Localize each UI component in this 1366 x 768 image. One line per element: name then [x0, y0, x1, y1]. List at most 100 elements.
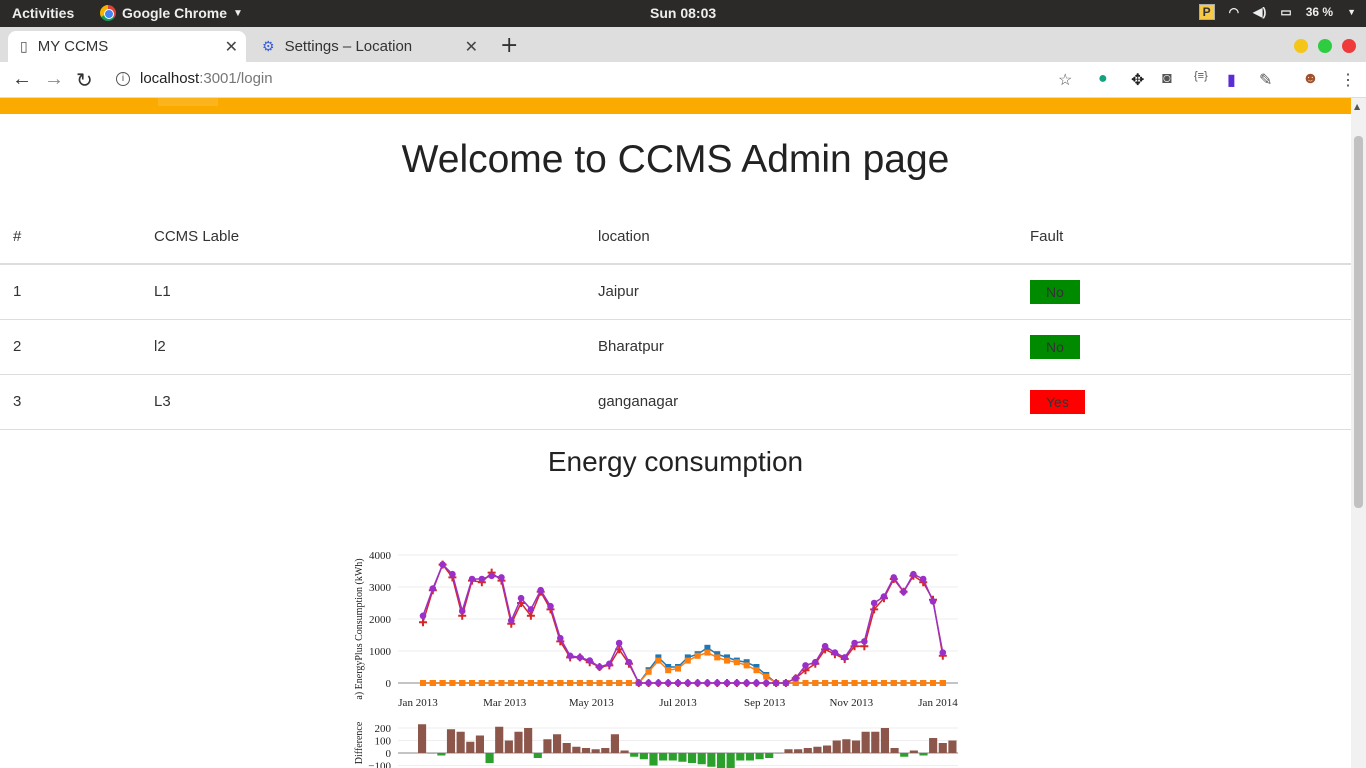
- data-point: [665, 667, 672, 674]
- camera-icon[interactable]: ◙: [1162, 70, 1172, 88]
- activities-button[interactable]: Activities: [12, 5, 74, 21]
- minimize-button[interactable]: [1294, 39, 1308, 53]
- scrollbar[interactable]: ▲: [1351, 98, 1366, 768]
- column-header: CCMS Lable: [141, 210, 585, 265]
- navbar-item[interactable]: [158, 98, 218, 106]
- y-tick-label: 2000: [369, 614, 392, 626]
- y-tick-label: 3000: [369, 582, 392, 594]
- column-header: location: [585, 210, 1017, 265]
- data-point: [606, 680, 613, 686]
- page-title: Welcome to CCMS Admin page: [401, 138, 950, 181]
- gear-icon: ⚙: [262, 38, 275, 54]
- bar: [861, 731, 870, 753]
- close-icon[interactable]: ✕: [465, 37, 478, 57]
- tab-settings-location[interactable]: ⚙ Settings – Location ✕: [250, 31, 486, 62]
- maximize-button[interactable]: [1318, 39, 1332, 53]
- data-point: [684, 657, 691, 664]
- bar: [823, 745, 832, 753]
- data-point: [929, 598, 937, 605]
- data-point: [802, 662, 809, 669]
- data-point: [733, 659, 740, 666]
- os-top-bar: Activities Google Chrome ▼ Sun 08:03 P ◠…: [0, 0, 1366, 27]
- bar: [524, 728, 533, 753]
- bar: [659, 753, 668, 761]
- x-tick-label: Mar 2013: [483, 697, 527, 709]
- table-row: 1 L1 Jaipur No: [0, 264, 1351, 320]
- status-badge[interactable]: Yes: [1030, 389, 1085, 414]
- data-point: [664, 679, 672, 687]
- tab-my-ccms[interactable]: ▯ MY CCMS ✕: [8, 31, 246, 62]
- x-tick-label: Jan 2013: [398, 697, 438, 709]
- reload-button[interactable]: ↻: [76, 68, 93, 93]
- y-tick-label: −100: [368, 761, 391, 768]
- bar: [900, 753, 909, 757]
- y-tick-label: 0: [386, 678, 392, 690]
- data-point: [478, 575, 486, 583]
- new-tab-button[interactable]: +: [500, 33, 518, 58]
- forward-button[interactable]: →: [44, 68, 64, 91]
- extension-icon[interactable]: ▮: [1227, 70, 1236, 90]
- grammarly-icon[interactable]: ●: [1098, 70, 1108, 88]
- gnome-icon[interactable]: ✥: [1131, 70, 1144, 90]
- tab-label: MY CCMS: [37, 38, 109, 55]
- address-bar[interactable]: i localhost:3001/login: [116, 70, 273, 87]
- menu-icon[interactable]: ⋮: [1340, 70, 1356, 90]
- eyedropper-icon[interactable]: ✎: [1259, 70, 1272, 90]
- data-point: [930, 680, 936, 686]
- avatar[interactable]: ☻: [1302, 70, 1319, 88]
- data-point: [498, 574, 505, 581]
- star-icon[interactable]: ☆: [1058, 70, 1072, 90]
- system-tray[interactable]: P ◠ ◀) ▭ 36 % ▼: [1198, 4, 1356, 20]
- bar: [688, 753, 697, 763]
- parking-icon[interactable]: P: [1198, 4, 1215, 20]
- data-point: [527, 606, 535, 613]
- y-tick-label: 0: [386, 748, 392, 760]
- data-point: [517, 594, 525, 602]
- status-badge[interactable]: No: [1030, 279, 1080, 304]
- data-point: [547, 680, 554, 686]
- bar: [639, 753, 648, 760]
- close-icon[interactable]: ✕: [225, 37, 238, 57]
- back-button[interactable]: ←: [12, 68, 32, 91]
- x-tick-label: Nov 2013: [829, 697, 873, 709]
- bar: [765, 753, 774, 758]
- data-point: [635, 679, 643, 687]
- data-point: [743, 662, 750, 669]
- data-point: [488, 680, 495, 686]
- data-point: [684, 679, 692, 687]
- energy-chart: 01000200030004000Jan 2013 Mar 2013 May 201…: [354, 550, 958, 768]
- y-tick-label: 100: [375, 736, 392, 748]
- bar: [871, 731, 880, 753]
- app-menu[interactable]: Google Chrome ▼: [100, 5, 243, 21]
- data-point: [439, 561, 446, 568]
- bar: [543, 739, 552, 753]
- data-point: [625, 680, 632, 686]
- scroll-up-icon[interactable]: ▲: [1354, 102, 1360, 111]
- data-point: [762, 679, 770, 687]
- data-point: [812, 658, 819, 666]
- data-point: [606, 660, 613, 668]
- url-path: :3001/login: [199, 70, 273, 87]
- data-point: [596, 680, 603, 686]
- data-point: [655, 679, 662, 687]
- data-point: [802, 680, 809, 686]
- data-point: [537, 680, 544, 686]
- data-point: [498, 680, 505, 686]
- bar: [755, 753, 764, 760]
- scrollbar-thumb[interactable]: [1354, 136, 1363, 508]
- close-window-button[interactable]: [1342, 39, 1356, 53]
- url-host: localhost: [140, 70, 200, 87]
- info-icon[interactable]: i: [116, 71, 130, 86]
- bar: [726, 753, 735, 768]
- clock[interactable]: Sun 08:03: [650, 5, 716, 21]
- data-point: [488, 572, 495, 580]
- data-point: [763, 673, 770, 680]
- status-badge[interactable]: No: [1030, 334, 1080, 359]
- data-point: [615, 639, 623, 647]
- x-tick-label: Sep 2013: [744, 697, 786, 709]
- table-row: 2 l2 Bharatpur No: [0, 319, 1351, 375]
- data-point: [880, 680, 887, 686]
- data-point: [782, 679, 790, 687]
- json-icon[interactable]: {≡}: [1194, 70, 1208, 82]
- bar: [678, 753, 687, 762]
